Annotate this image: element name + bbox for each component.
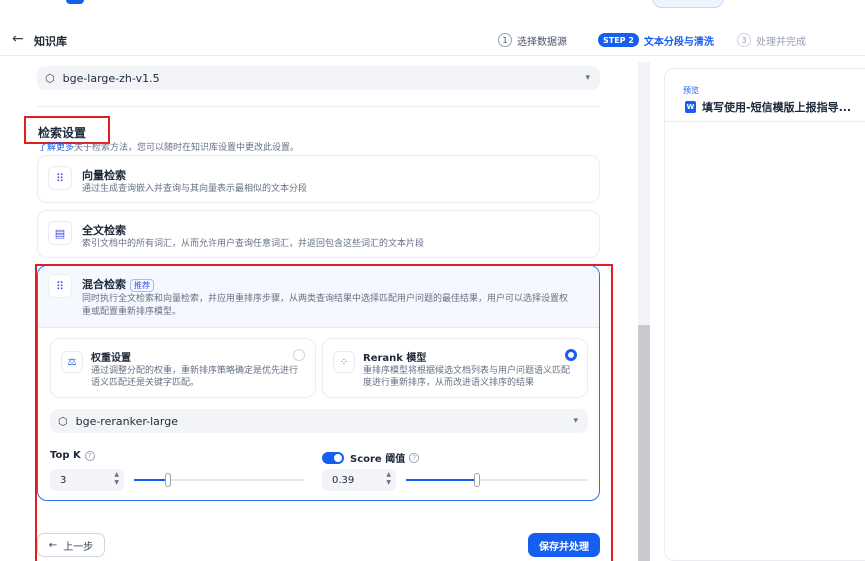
scrollbar-thumb[interactable] bbox=[638, 325, 650, 561]
nav-brand-pill bbox=[66, 0, 84, 4]
settings-panel: ⬡ bge-large-zh-v1.5 ▾ 检索设置 了解更多关于检索方法，您可… bbox=[0, 56, 650, 561]
vector-search-card[interactable]: ⠿ 向量检索 通过生成查询嵌入并查询与其向量表示最相似的文本分段 bbox=[37, 155, 600, 203]
nav-active-item[interactable] bbox=[652, 0, 724, 8]
embedding-model-select[interactable]: ⬡ bge-large-zh-v1.5 ▾ bbox=[37, 66, 600, 90]
top-navbar bbox=[0, 0, 865, 8]
grid-dots-icon: ⠿ bbox=[48, 166, 72, 190]
divider bbox=[665, 121, 865, 122]
chevron-down-icon: ▾ bbox=[585, 73, 590, 83]
preview-panel: 预览 W 填写使用-短信模版上报指导... bbox=[664, 68, 865, 561]
section-desc: 了解更多关于检索方法，您可以随时在知识库设置中更改此设置。 bbox=[38, 143, 300, 153]
step-3: 3 处理并完成 bbox=[737, 32, 806, 48]
save-and-process-button[interactable]: 保存并处理 bbox=[528, 533, 600, 557]
arrow-left-icon[interactable]: ← bbox=[12, 31, 24, 47]
step-1: 1 选择数据源 bbox=[498, 32, 567, 48]
document-search-icon: ▤ bbox=[48, 221, 72, 245]
learn-more-link[interactable]: 了解更多 bbox=[38, 143, 74, 153]
prev-step-button[interactable]: ← 上一步 bbox=[37, 533, 105, 557]
arrow-left-icon: ← bbox=[48, 539, 58, 551]
highlight-box-hybrid bbox=[35, 264, 613, 561]
divider bbox=[37, 106, 600, 107]
step-2: STEP 2 文本分段与清洗 bbox=[598, 32, 714, 48]
page-header: ← 知识库 1 选择数据源 STEP 2 文本分段与清洗 3 处理并完成 bbox=[0, 24, 865, 56]
preview-label: 预览 bbox=[683, 86, 699, 95]
preview-doc-title[interactable]: W 填写使用-短信模版上报指导... bbox=[685, 99, 851, 115]
fulltext-search-card[interactable]: ▤ 全文检索 索引文档中的所有词汇，从而允许用户查询任意词汇，并返回包含这些词汇… bbox=[37, 210, 600, 258]
document-icon: W bbox=[685, 101, 696, 113]
back-to-knowledge-link[interactable]: 知识库 bbox=[34, 33, 67, 49]
model-cube-icon: ⬡ bbox=[45, 71, 55, 85]
